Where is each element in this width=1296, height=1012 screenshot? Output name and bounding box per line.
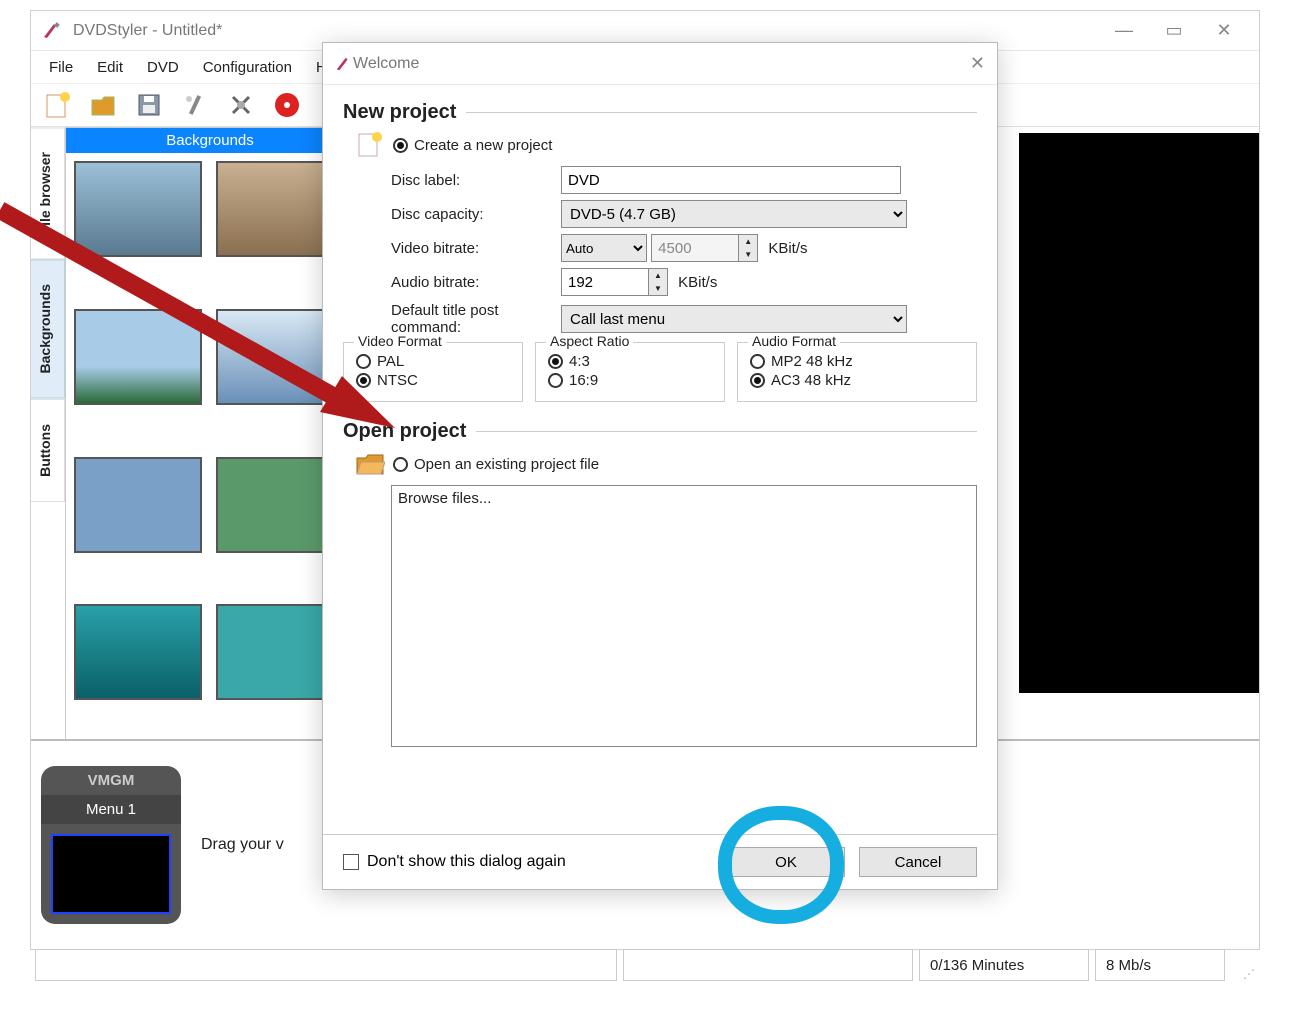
close-button[interactable]: ✕ bbox=[1199, 20, 1249, 41]
menu-edit[interactable]: Edit bbox=[87, 55, 133, 80]
mp2-radio[interactable]: MP2 48 kHz bbox=[750, 353, 964, 370]
menu-dvd[interactable]: DVD bbox=[137, 55, 189, 80]
aspect-169-radio[interactable]: 16:9 bbox=[548, 372, 712, 389]
disc-capacity-select[interactable]: DVD-5 (4.7 GB) bbox=[561, 200, 907, 228]
audio-format-group: Audio Format MP2 48 kHz AC3 48 kHz bbox=[737, 342, 977, 402]
window-title: DVDStyler - Untitled* bbox=[73, 22, 1099, 40]
status-bitrate: 8 Mb/s bbox=[1095, 949, 1225, 981]
background-thumb[interactable] bbox=[74, 161, 202, 257]
dont-show-label: Don't show this dialog again bbox=[367, 853, 566, 871]
cancel-button[interactable]: Cancel bbox=[859, 847, 977, 877]
background-thumb[interactable] bbox=[74, 604, 202, 700]
audio-bitrate-spinner[interactable]: ▲▼ bbox=[649, 268, 668, 296]
disc-capacity-label: Disc capacity: bbox=[343, 206, 561, 223]
video-bitrate-unit: KBit/s bbox=[768, 240, 807, 257]
menu-file[interactable]: File bbox=[39, 55, 83, 80]
preview-canvas bbox=[1019, 133, 1259, 693]
video-bitrate-mode[interactable]: Auto bbox=[561, 234, 647, 262]
create-project-radio[interactable]: Create a new project bbox=[393, 137, 552, 154]
dialog-titlebar: Welcome ✕ bbox=[323, 43, 997, 85]
open-icon[interactable] bbox=[85, 87, 121, 123]
ok-button[interactable]: OK bbox=[727, 847, 845, 877]
status-bar: 0/136 Minutes 8 Mb/s ⋰ bbox=[31, 949, 1259, 981]
dialog-footer: Don't show this dialog again OK Cancel bbox=[323, 834, 997, 889]
ac3-radio[interactable]: AC3 48 kHz bbox=[750, 372, 964, 389]
new-project-heading: New project bbox=[343, 101, 456, 124]
open-folder-icon bbox=[353, 449, 387, 479]
audio-bitrate-unit: KBit/s bbox=[678, 274, 717, 291]
gallery-header: Backgrounds bbox=[66, 128, 354, 153]
disc-label-label: Disc label: bbox=[343, 172, 561, 189]
status-minutes: 0/136 Minutes bbox=[919, 949, 1089, 981]
open-project-heading: Open project bbox=[343, 420, 466, 443]
pal-radio[interactable]: PAL bbox=[356, 353, 510, 370]
dialog-app-icon bbox=[335, 55, 353, 73]
minimize-button[interactable]: — bbox=[1099, 20, 1149, 41]
post-command-label: Default title post command: bbox=[343, 302, 561, 336]
ntsc-radio[interactable]: NTSC bbox=[356, 372, 510, 389]
vmgm-title: VMGM bbox=[41, 766, 181, 795]
drag-hint: Drag your v bbox=[201, 836, 284, 854]
background-thumb[interactable] bbox=[74, 309, 202, 405]
audio-bitrate-input[interactable] bbox=[561, 268, 649, 296]
tab-file-browser[interactable]: File browser bbox=[31, 127, 65, 259]
post-command-select[interactable]: Call last menu bbox=[561, 305, 907, 333]
menu-configuration[interactable]: Configuration bbox=[193, 55, 302, 80]
tab-buttons[interactable]: Buttons bbox=[31, 399, 65, 502]
settings-icon[interactable] bbox=[223, 87, 259, 123]
app-icon bbox=[41, 20, 63, 42]
new-project-icon bbox=[353, 130, 387, 160]
maximize-button[interactable]: ▭ bbox=[1149, 20, 1199, 41]
aspect-43-radio[interactable]: 4:3 bbox=[548, 353, 712, 370]
welcome-dialog: Welcome ✕ New project Create a new proje… bbox=[322, 42, 998, 890]
save-icon[interactable] bbox=[131, 87, 167, 123]
menu-thumbnail[interactable] bbox=[51, 834, 171, 914]
dialog-title: Welcome bbox=[353, 55, 970, 73]
aspect-ratio-group: Aspect Ratio 4:3 16:9 bbox=[535, 342, 725, 402]
open-existing-radio[interactable]: Open an existing project file bbox=[393, 456, 599, 473]
background-thumb[interactable] bbox=[74, 457, 202, 553]
video-bitrate-label: Video bitrate: bbox=[343, 240, 561, 257]
recent-files-list[interactable]: Browse files... bbox=[391, 485, 977, 747]
vmgm-block[interactable]: VMGM Menu 1 bbox=[41, 766, 181, 924]
burn-icon[interactable] bbox=[269, 87, 305, 123]
browse-files-item[interactable]: Browse files... bbox=[398, 490, 970, 507]
video-bitrate-spinner[interactable]: ▲▼ bbox=[739, 234, 758, 262]
video-bitrate-input[interactable] bbox=[651, 234, 739, 262]
wizard-icon[interactable] bbox=[177, 87, 213, 123]
tab-backgrounds[interactable]: Backgrounds bbox=[31, 259, 65, 398]
vmgm-menu-label: Menu 1 bbox=[41, 795, 181, 824]
progress-cell bbox=[623, 949, 913, 981]
new-icon[interactable] bbox=[39, 87, 75, 123]
resize-grip-icon[interactable]: ⋰ bbox=[1231, 949, 1255, 981]
disc-label-input[interactable] bbox=[561, 166, 901, 194]
dont-show-checkbox[interactable] bbox=[343, 854, 359, 870]
video-format-group: Video Format PAL NTSC bbox=[343, 342, 523, 402]
audio-bitrate-label: Audio bitrate: bbox=[343, 274, 561, 291]
dialog-close-button[interactable]: ✕ bbox=[970, 53, 985, 74]
